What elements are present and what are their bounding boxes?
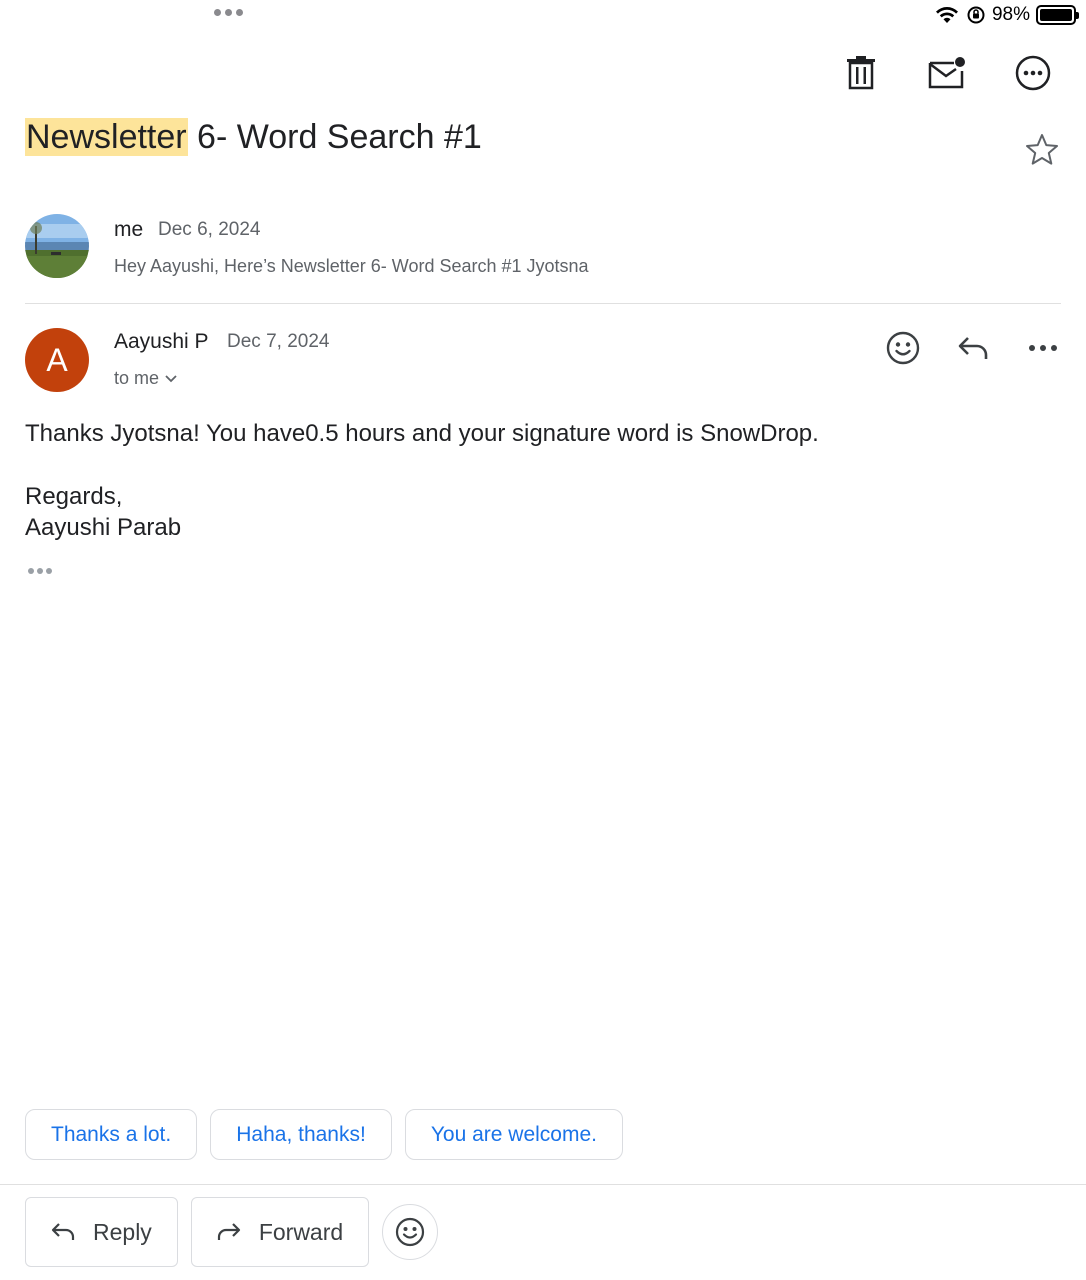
orientation-lock-icon [967, 6, 985, 24]
reply-button[interactable]: Reply [25, 1197, 178, 1267]
expanded-message-header: A Aayushi P Dec 7, 2024 to me [25, 328, 1061, 398]
body-line: Thanks Jyotsna! You have0.5 hours and yo… [25, 420, 819, 447]
wifi-icon [935, 7, 958, 23]
more-horizontal-icon[interactable] [1025, 330, 1061, 366]
sender-name: Aayushi P [114, 330, 209, 353]
smart-reply-chips: Thanks a lot. Haha, thanks! You are welc… [25, 1109, 623, 1160]
forward-button[interactable]: Forward [190, 1197, 370, 1267]
battery-percentage: 98% [991, 4, 1030, 25]
body-line: Aayushi Parab [25, 514, 182, 541]
emoji-reaction-icon[interactable] [885, 330, 921, 366]
smart-reply-chip[interactable]: You are welcome. [404, 1109, 623, 1160]
mark-unread-icon[interactable] [924, 50, 970, 96]
smart-reply-chip[interactable]: Haha, thanks! [210, 1109, 392, 1160]
forward-label: Forward [258, 1218, 344, 1245]
top-toolbar [838, 50, 1056, 96]
status-bar: 98% [0, 0, 1086, 32]
chevron-down-icon [165, 374, 177, 382]
divider [0, 1184, 1086, 1185]
avatar [25, 214, 89, 278]
email-subject: Newsletter 6- Word Search #1 [25, 118, 482, 157]
subject-highlight: Newsletter [25, 118, 188, 156]
battery-icon [1036, 5, 1079, 25]
message-body: Thanks Jyotsna! You have0.5 hours and yo… [25, 418, 819, 543]
reply-label: Reply [93, 1218, 152, 1245]
subject-rest: 6- Word Search #1 [187, 118, 482, 156]
recipients-label: to me [114, 368, 160, 388]
show-trimmed-content-icon[interactable] [28, 568, 52, 574]
smiley-icon [396, 1217, 425, 1247]
forward-icon [217, 1223, 240, 1240]
message-date: Dec 7, 2024 [227, 331, 330, 352]
message-snippet: Hey Aayushi, Here’s Newsletter 6- Word S… [114, 256, 589, 276]
trash-icon[interactable] [838, 50, 884, 96]
bottom-actions: Reply Forward [25, 1197, 439, 1267]
star-icon[interactable] [1024, 132, 1060, 168]
body-line: Regards, [25, 483, 123, 510]
recipients-toggle[interactable]: to me [114, 368, 177, 389]
sender-name: me [114, 218, 144, 241]
collapsed-message[interactable]: me Dec 6, 2024 Hey Aayushi, Here’s Newsl… [25, 214, 1061, 304]
message-date: Dec 6, 2024 [158, 219, 261, 240]
message-actions [885, 330, 1061, 366]
emoji-reaction-button[interactable] [382, 1204, 439, 1260]
multitasking-dots-icon[interactable] [214, 9, 243, 16]
more-circle-icon[interactable] [1010, 50, 1056, 96]
avatar: A [25, 328, 89, 392]
smart-reply-chip[interactable]: Thanks a lot. [25, 1109, 198, 1160]
reply-icon[interactable] [955, 330, 991, 366]
status-indicators: 98% [934, 4, 1079, 26]
reply-icon [51, 1223, 75, 1240]
